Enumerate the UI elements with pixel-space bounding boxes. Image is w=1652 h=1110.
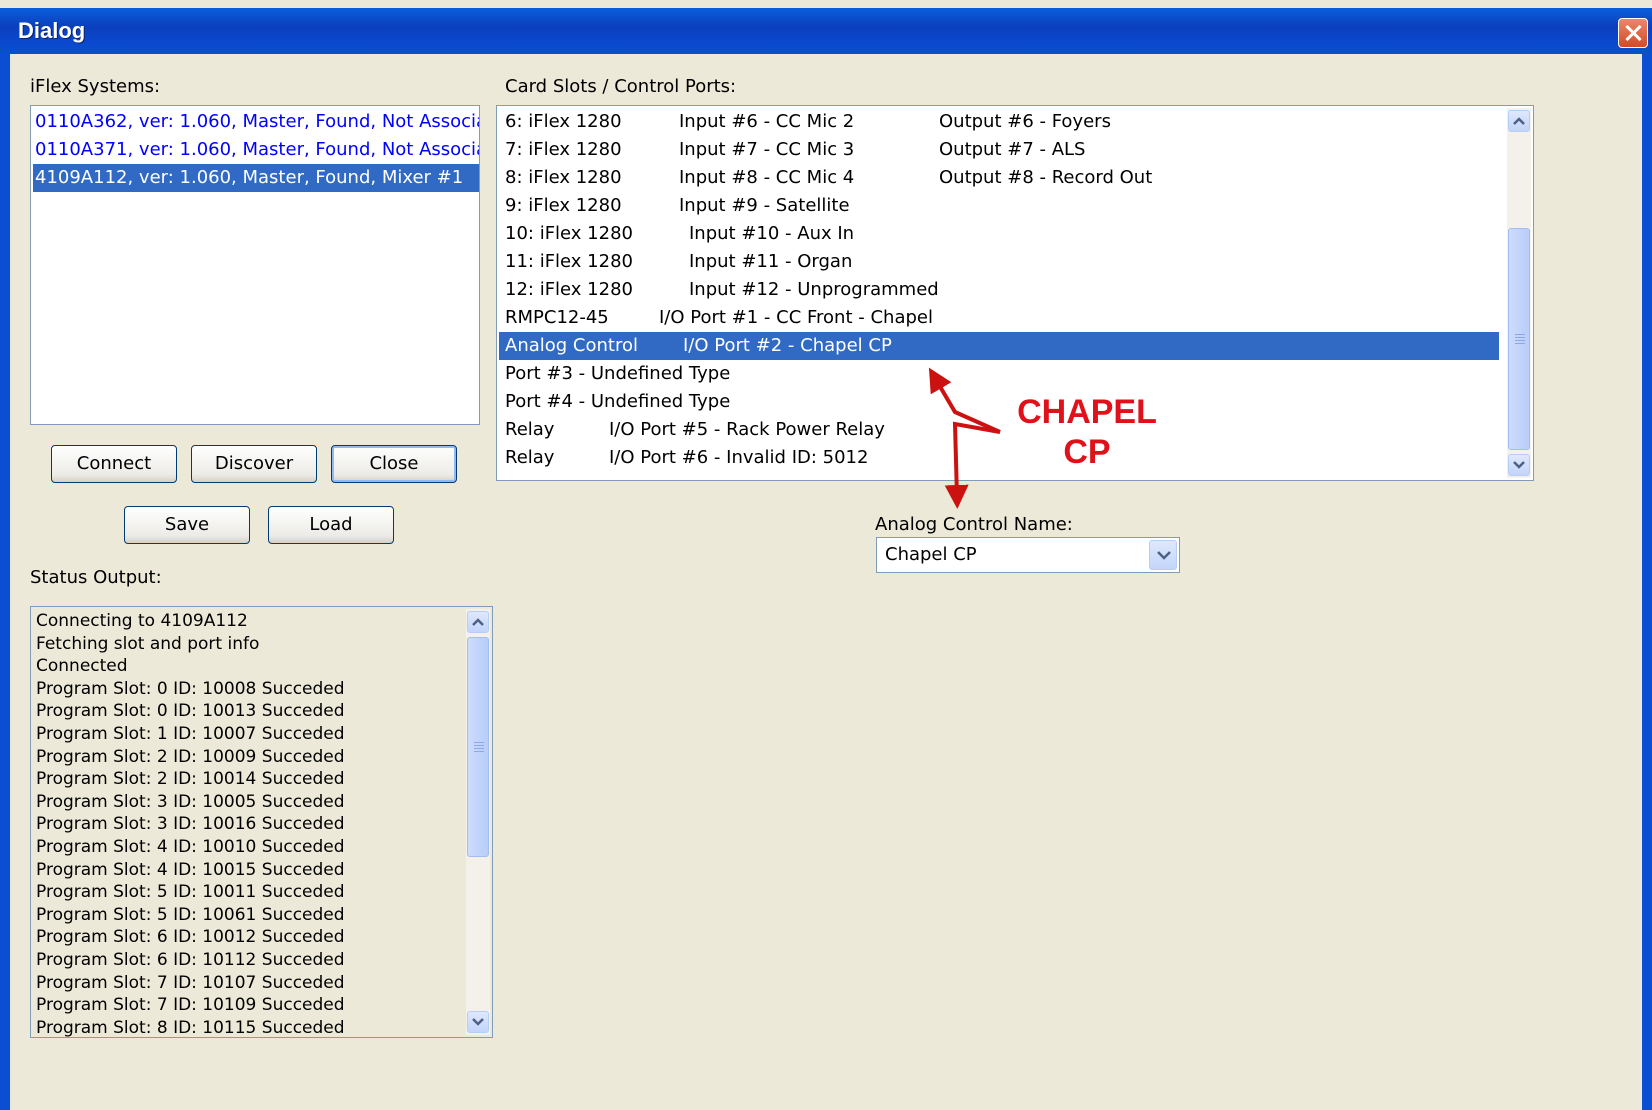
annotation-arrows	[928, 367, 1001, 509]
annotation-line2: CP	[1063, 433, 1111, 471]
annotation-arrow-up	[928, 367, 1001, 434]
annotation-text: CHAPEL CP	[1012, 392, 1162, 472]
annotation-line1: CHAPEL	[1017, 393, 1157, 431]
annotation-arrow-down	[944, 421, 1001, 509]
dialog-window: Dialog iFlex Systems: 0110A362, ver: 1.0…	[0, 0, 1652, 1110]
